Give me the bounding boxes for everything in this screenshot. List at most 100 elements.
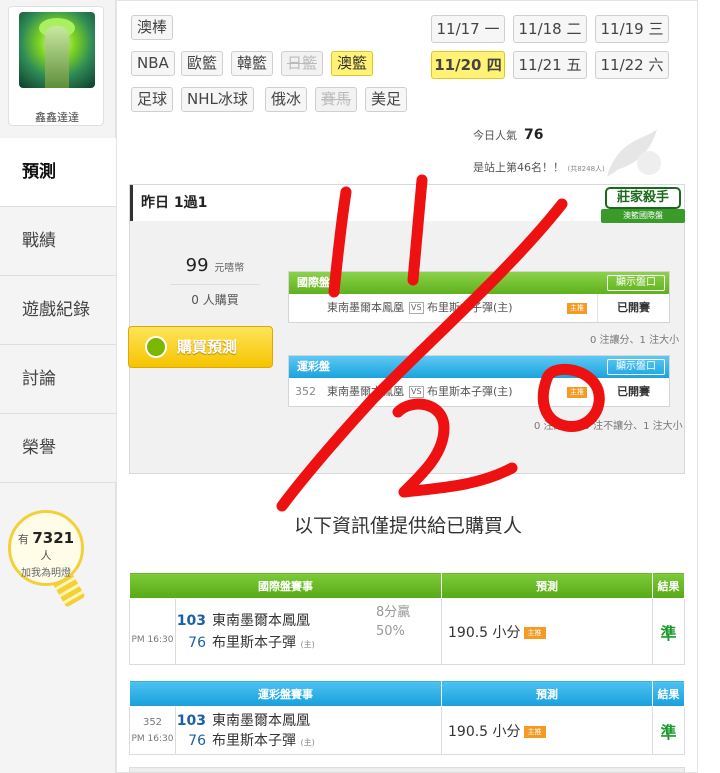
tag-jp-basketball: 日籃 [281,51,324,76]
main-pick-badge: 主推 [523,626,546,639]
sport-mini-home: 東南墨爾本鳳凰 [327,385,404,398]
buyers-count: 0 人購買 [170,284,260,308]
date-1119[interactable]: 11/19 三 [595,15,669,43]
sidebar-nav: 預測 戰績 遊戲紀錄 討論 榮譽 [0,138,116,483]
bookie-killer-emblem: 莊家殺手 澳籃國際盤 [601,187,685,227]
nav-item-game-log[interactable]: 遊戲紀錄 [0,276,116,345]
bulb-label: 加我為明燈 [21,568,71,579]
sport-mini-title: 運彩盤 [297,360,330,373]
intl-col-match: 國際盤賽事 [129,572,442,599]
date-weekday: 五 [566,56,582,74]
sport-mini-status: 已開賽 [597,378,669,406]
date-1120[interactable]: 11/20 四 [431,51,505,79]
tag-nba[interactable]: NBA [131,51,175,76]
intl-mini-note: 0 注讓分、1 注大小 [590,335,680,346]
intl-time: PM 16:30 [131,634,174,645]
away-team[interactable]: 布里斯本子彈 [212,635,296,651]
sport-mini-row: 352 東南墨爾本鳳凰 VS 布里斯本子彈(主) 主推 已開賽 [289,378,669,406]
bulb-count: 7321 [32,529,75,547]
next-section-edge [129,767,685,773]
sport-mini-number: 352 [295,385,316,398]
date-weekday: 三 [648,20,664,38]
sport-mini-table: 運彩盤 顯示盤口 352 東南墨爾本鳳凰 VS 布里斯本子彈(主) 主推 已開賽 [288,355,670,407]
tag-football[interactable]: 足球 [131,87,174,112]
home-number: 103 [176,612,206,629]
tag-kr-basketball[interactable]: 韓籃 [231,51,274,76]
away-number: 76 [188,732,206,749]
vs-icon: VS [409,302,424,314]
date-1122[interactable]: 11/22 六 [595,51,669,79]
main-pick-badge: 主推 [523,725,546,738]
tag-us-football[interactable]: 美足 [365,87,408,112]
date-day: 11/17 [436,20,480,38]
nav-item-discussion[interactable]: 討論 [0,345,116,414]
intl-time-cell: PM 16:30 [129,598,176,665]
sport-result: 準 [652,706,685,755]
price-value: 99 [185,255,209,276]
date-1118[interactable]: 11/18 二 [513,15,587,43]
price-line: 99 元嘻幣 [170,255,260,276]
yesterday-panel: 昨日 1過1 99 元嘻幣 0 人購買 購買預測 國際盤 顯示盤口 東南墨爾本鳳… [128,184,685,474]
intl-mini-status: 已開賽 [597,294,669,322]
date-weekday: 四 [486,56,502,74]
emblem-title: 莊家殺手 [605,187,681,209]
popularity-stat: 今日人氣 76 [473,127,543,143]
spread-percent: 50% [376,624,405,639]
intl-col-prediction: 預測 [441,572,653,599]
tag-ru-hockey[interactable]: 俄冰 [265,87,308,112]
rank-stat: 是站上第46名！！ (共8248人) [473,159,605,175]
avatar[interactable] [19,12,95,88]
avatar-figure [45,26,69,88]
popularity-label: 今日人氣 [473,129,517,142]
tag-current-league[interactable]: 澳棒 [131,15,174,40]
table-row: 352 PM 16:30 103 東南墨爾本鳳凰 76 布里斯本子彈 (主) 190… [129,706,685,755]
bulb-prefix: 有 [17,533,29,546]
nav-item-honor[interactable]: 榮譽 [0,414,116,483]
bulb-count-line: 有 7321 人 [11,529,81,563]
date-day: 11/19 [600,20,644,38]
intl-mini-row: 東南墨爾本鳳凰 VS 布里斯本子彈(主) 主推 已開賽 [289,294,669,322]
away-team[interactable]: 布里斯本子彈 [212,733,296,749]
intl-prediction-table: 國際盤賽事 預測 結果 PM 16:30 103 東南墨爾本鳳凰 76 布里斯本子彈… [129,572,685,665]
intl-mini-title: 國際盤 [297,276,330,289]
home-team[interactable]: 東南墨爾本鳳凰 [212,613,310,629]
sport-number: 352 [142,717,163,728]
main-pick-badge: 主推 [567,303,587,314]
sport-col-prediction: 預測 [441,680,653,707]
lightbulb-follow-button[interactable]: 有 7321 人 加我為明燈 [8,510,84,586]
home-team[interactable]: 東南墨爾本鳳凰 [212,713,310,729]
sport-pred-cell: 190.5 小分 主推 [441,706,653,755]
nav-item-predict[interactable]: 預測 [0,138,116,207]
sport-table-header: 運彩盤賽事 預測 結果 [129,680,685,707]
sport-show-odds-button[interactable]: 顯示盤口 [607,359,665,375]
date-1121[interactable]: 11/21 五 [513,51,587,79]
date-weekday: 二 [566,20,582,38]
sport-time: PM 16:30 [131,734,174,744]
intl-show-odds-button[interactable]: 顯示盤口 [607,275,665,291]
sport-prediction-table: 運彩盤賽事 預測 結果 352 PM 16:30 103 東南墨爾本鳳凰 76 布里… [129,680,685,755]
intl-table-header: 國際盤賽事 預測 結果 [129,572,685,599]
date-1117[interactable]: 11/17 一 [431,15,505,43]
date-day: 11/22 [600,56,644,74]
decor-swirl-icon [607,129,661,177]
username[interactable]: 鑫鑫達達 [9,109,105,125]
price-box: 99 元嘻幣 0 人購買 [170,255,260,308]
sport-col-match: 運彩盤賽事 [129,680,442,707]
nav-item-record[interactable]: 戰績 [0,207,116,276]
sport-mini-header: 運彩盤 顯示盤口 [289,356,669,378]
intl-prediction: 190.5 小分 [448,624,521,641]
sport-time-cell: 352 PM 16:30 [129,706,176,755]
buy-prediction-label: 購買預測 [177,338,238,356]
rank-text: 是站上第46名！！ [473,161,564,174]
buy-prediction-button[interactable]: 購買預測 [128,326,273,368]
intl-teams-cell: 103 東南墨爾本鳳凰 76 布里斯本子彈 (主) 8分贏 50% [175,598,442,665]
home-number: 103 [176,712,206,729]
sport-home-line: 103 東南墨爾本鳳凰 [176,711,441,731]
emblem-subtitle: 澳籃國際盤 [601,209,685,223]
spread-meta: 8分贏 50% [376,603,410,641]
vs-icon: VS [409,386,424,398]
tag-au-basketball[interactable]: 澳籃 [331,51,374,76]
tag-nhl[interactable]: NHL冰球 [181,87,254,112]
tag-eu-basketball[interactable]: 歐籃 [181,51,224,76]
date-weekday: 六 [648,56,664,74]
